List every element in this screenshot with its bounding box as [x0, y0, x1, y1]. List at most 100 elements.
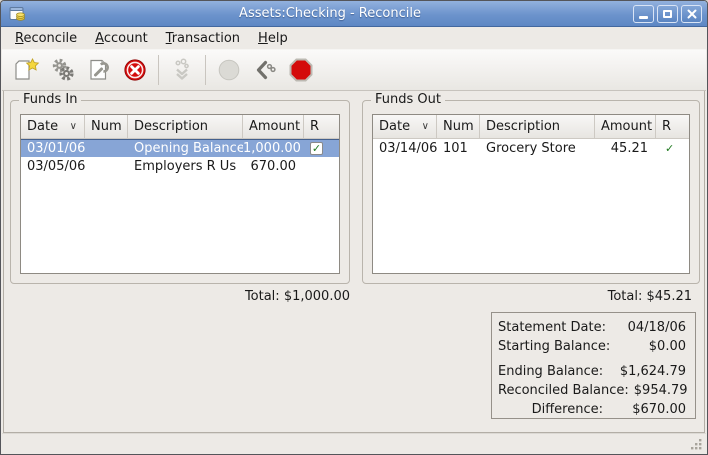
- difference-label: Difference:: [498, 402, 608, 417]
- funds-out-total-value: $45.21: [647, 289, 693, 304]
- delete-icon: [122, 57, 148, 83]
- window-title: Assets:Checking - Reconcile: [27, 6, 633, 21]
- delete-button[interactable]: [117, 52, 153, 88]
- status-bar: [2, 433, 706, 454]
- cell-date: 03/01/06: [21, 141, 85, 156]
- reconciled-checkbox[interactable]: ✓: [310, 142, 323, 155]
- funds-out-header: Date ∨ Num Description Amount R: [373, 115, 689, 139]
- funds-in-title: Funds In: [19, 92, 81, 107]
- funds-out-total-label: Total:: [608, 289, 643, 304]
- menu-account-label: Account: [95, 31, 148, 46]
- close-icon: [687, 9, 697, 19]
- sort-indicator-icon: ∨: [70, 121, 77, 132]
- column-header-num[interactable]: Num: [437, 115, 480, 138]
- funds-out-panel: Funds Out Date ∨ Num Description Amount …: [362, 100, 700, 284]
- cell-description: Opening Balance: [128, 141, 243, 156]
- edit-button[interactable]: [81, 52, 117, 88]
- funds-in-list[interactable]: Date ∨ Num Description Amount R 03/01/06…: [20, 114, 340, 274]
- maximize-icon: [663, 10, 672, 18]
- sort-indicator-icon: ∨: [422, 121, 429, 132]
- menu-bar: Reconcile Account Transaction Help: [2, 27, 706, 49]
- balance-button[interactable]: [45, 52, 81, 88]
- column-header-description-label: Description: [134, 119, 208, 134]
- column-header-amount-label: Amount: [601, 119, 652, 134]
- column-header-reconciled[interactable]: R: [304, 115, 339, 138]
- funds-in-panel: Funds In Date ∨ Num Description Amount R…: [10, 100, 350, 284]
- postpone-icon: [252, 57, 278, 83]
- toolbar: [2, 49, 706, 91]
- check-icon: ✓: [312, 143, 321, 154]
- toolbar-separator: [205, 55, 206, 85]
- column-header-num[interactable]: Num: [85, 115, 128, 138]
- funds-in-total: Total: $1,000.00: [10, 289, 350, 306]
- funds-out-list[interactable]: Date ∨ Num Description Amount R 03/14/06…: [372, 114, 690, 274]
- column-header-amount[interactable]: Amount: [243, 115, 304, 138]
- funds-out-title: Funds Out: [371, 92, 445, 107]
- cell-amount: 670.00: [243, 159, 304, 174]
- table-row[interactable]: 03/05/06 Employers R Us 670.00: [21, 157, 339, 175]
- statement-date-label: Statement Date:: [498, 320, 611, 335]
- column-header-amount[interactable]: Amount: [595, 115, 656, 138]
- menu-account[interactable]: Account: [86, 29, 157, 48]
- postpone-button[interactable]: [247, 52, 283, 88]
- column-header-reconciled-label: R: [662, 119, 671, 134]
- open-account-icon: [169, 57, 195, 83]
- finish-icon: [216, 57, 242, 83]
- difference-value: $670.00: [608, 402, 686, 417]
- menu-help[interactable]: Help: [249, 29, 297, 48]
- reconciled-balance-value: $954.79: [634, 383, 688, 398]
- summary-row: Reconciled Balance: $954.79: [498, 381, 686, 400]
- starting-balance-label: Starting Balance:: [498, 339, 615, 354]
- column-header-description[interactable]: Description: [480, 115, 595, 138]
- table-row[interactable]: 03/14/06 101 Grocery Store 45.21 ✓: [373, 139, 689, 157]
- column-header-description-label: Description: [486, 119, 560, 134]
- menu-reconcile[interactable]: Reconcile: [6, 29, 86, 48]
- cell-amount: 45.21: [595, 141, 656, 156]
- title-bar[interactable]: Assets:Checking - Reconcile: [1, 1, 707, 27]
- menu-transaction[interactable]: Transaction: [157, 29, 249, 48]
- maximize-button[interactable]: [657, 5, 678, 23]
- cell-description: Employers R Us: [128, 159, 243, 174]
- summary-row: Starting Balance: $0.00: [498, 337, 686, 356]
- column-header-num-label: Num: [91, 119, 122, 134]
- menu-reconcile-label: Reconcile: [15, 31, 77, 46]
- new-transaction-button[interactable]: [9, 52, 45, 88]
- menu-help-label: Help: [258, 31, 288, 46]
- content-area: Funds In Date ∨ Num Description Amount R…: [3, 91, 705, 433]
- funds-out-total: Total: $45.21: [362, 289, 692, 306]
- column-header-reconciled-label: R: [310, 119, 319, 134]
- table-row[interactable]: 03/01/06 Opening Balance 1,000.00 ✓: [21, 139, 339, 157]
- cancel-icon: [288, 57, 314, 83]
- new-transaction-icon: [14, 57, 40, 83]
- column-header-description[interactable]: Description: [128, 115, 243, 138]
- finish-button: [211, 52, 247, 88]
- statement-date-value: 04/18/06: [611, 320, 686, 335]
- reconciled-balance-label: Reconciled Balance:: [498, 383, 634, 398]
- ending-balance-value: $1,624.79: [608, 364, 686, 379]
- column-header-date[interactable]: Date ∨: [21, 115, 85, 138]
- ending-balance-label: Ending Balance:: [498, 364, 608, 379]
- close-button[interactable]: [681, 5, 702, 23]
- menu-transaction-label: Transaction: [166, 31, 240, 46]
- column-header-date-label: Date: [379, 119, 410, 134]
- resize-grip[interactable]: [690, 438, 703, 451]
- reconcile-summary-box: Statement Date: 04/18/06 Starting Balanc…: [491, 312, 696, 419]
- column-header-reconciled[interactable]: R: [656, 115, 689, 138]
- summary-row: Ending Balance: $1,624.79: [498, 362, 686, 381]
- cell-num: 101: [437, 141, 480, 156]
- funds-in-total-label: Total:: [245, 289, 280, 304]
- starting-balance-value: $0.00: [615, 339, 686, 354]
- funds-in-total-value: $1,000.00: [284, 289, 350, 304]
- cell-date: 03/14/06: [373, 141, 437, 156]
- gnucash-app-icon: [9, 6, 27, 22]
- summary-row: Statement Date: 04/18/06: [498, 318, 686, 337]
- column-header-num-label: Num: [443, 119, 474, 134]
- minimize-button[interactable]: [633, 5, 654, 23]
- minimize-icon: [639, 16, 648, 19]
- cancel-button[interactable]: [283, 52, 319, 88]
- cell-amount: 1,000.00: [243, 141, 304, 156]
- column-header-date[interactable]: Date ∨: [373, 115, 437, 138]
- cell-date: 03/05/06: [21, 159, 85, 174]
- column-header-date-label: Date: [27, 119, 58, 134]
- summary-row: Difference: $670.00: [498, 400, 686, 419]
